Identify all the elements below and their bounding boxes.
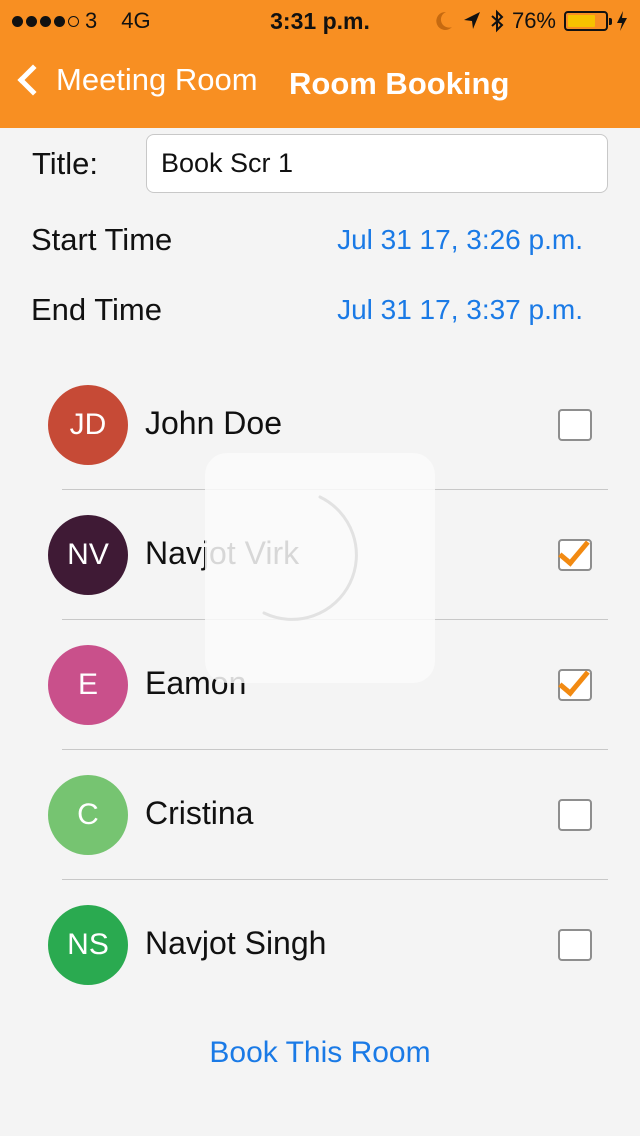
end-time-value[interactable]: Jul 31 17, 3:37 p.m. <box>337 294 583 326</box>
person-name: Cristina <box>145 795 254 831</box>
moon-icon <box>436 11 452 30</box>
book-room-button[interactable]: Book This Room <box>0 1036 640 1070</box>
start-time-value[interactable]: Jul 31 17, 3:26 p.m. <box>337 224 583 256</box>
avatar: C <box>48 775 128 855</box>
bluetooth-icon <box>491 9 504 33</box>
list-item[interactable]: NS Navjot Singh <box>0 880 640 1010</box>
charging-bolt-icon <box>617 11 627 31</box>
checkmark-icon <box>558 533 590 567</box>
status-right: 76% <box>434 8 628 34</box>
checkbox[interactable] <box>558 663 592 701</box>
battery-percent: 76% <box>511 8 556 33</box>
end-time-label: End Time <box>31 292 162 327</box>
checkmark-icon <box>558 663 590 697</box>
title-input[interactable] <box>146 134 608 193</box>
avatar: E <box>48 645 128 725</box>
checkbox[interactable] <box>558 533 592 571</box>
app-header: 3 4G 3:31 p.m. 76% Meeting Room Room Boo… <box>0 0 640 128</box>
page-title: Room Booking <box>289 66 510 101</box>
checkbox[interactable] <box>558 799 592 831</box>
location-arrow-icon <box>463 12 480 29</box>
checkbox[interactable] <box>558 929 592 961</box>
avatar: JD <box>48 385 128 465</box>
chevron-left-icon <box>17 64 49 96</box>
person-name: Navjot Singh <box>145 925 327 961</box>
loading-overlay <box>205 453 435 683</box>
checkbox[interactable] <box>558 409 592 441</box>
battery-icon <box>564 11 612 31</box>
title-label: Title: <box>32 146 99 181</box>
back-button[interactable]: Meeting Room <box>14 62 258 98</box>
status-bar: 3 4G 3:31 p.m. 76% <box>0 0 640 40</box>
avatar: NS <box>48 905 128 985</box>
list-item[interactable]: C Cristina <box>0 750 640 880</box>
avatar: NV <box>48 515 128 595</box>
back-label: Meeting Room <box>56 62 258 97</box>
nav-bar: Meeting Room Room Booking <box>0 40 640 128</box>
spinner-icon <box>262 495 358 621</box>
start-time-label: Start Time <box>31 222 173 257</box>
person-name: John Doe <box>145 405 282 441</box>
